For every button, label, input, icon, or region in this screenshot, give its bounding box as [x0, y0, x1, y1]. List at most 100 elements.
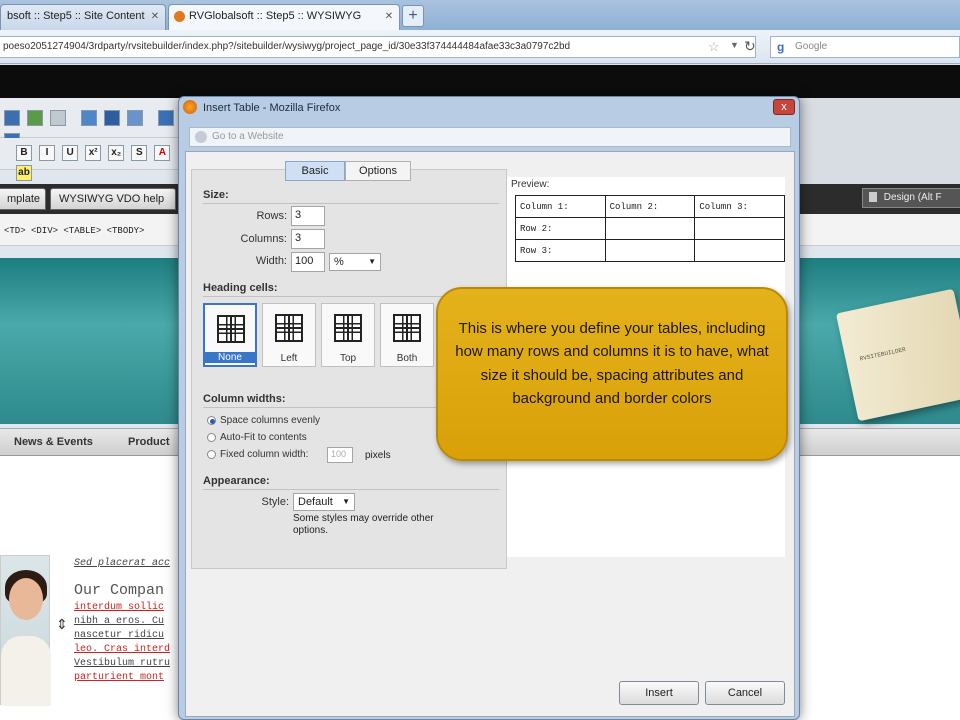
- video-letterbox-bar: [0, 65, 960, 98]
- width-unit-value: %: [334, 256, 344, 268]
- radio-selected[interactable]: [207, 415, 216, 425]
- photo-face: [9, 578, 43, 620]
- editor-toolbar-format: B I U x² x₂ S A ab: [0, 138, 180, 181]
- strikethrough-button[interactable]: S: [131, 145, 148, 161]
- dialog-close-button[interactable]: x: [773, 99, 795, 115]
- underline-button[interactable]: U: [62, 145, 79, 161]
- page-text-line: nibh a eros. Cu: [74, 616, 165, 627]
- toolbar-tool-icon[interactable]: [50, 110, 67, 126]
- table-top-icon: [334, 314, 362, 342]
- space-evenly-option[interactable]: Space columns evenly: [207, 415, 320, 426]
- table-cell: Column 1:: [515, 195, 606, 218]
- toolbar-tool-icon[interactable]: [4, 110, 20, 126]
- auto-fit-option[interactable]: Auto-Fit to contents: [207, 432, 307, 443]
- tab-wysiwyg-vdo-help[interactable]: WYSIWYG VDO help: [50, 188, 176, 210]
- tab-basic[interactable]: Basic: [285, 161, 345, 181]
- nav-item-products[interactable]: Product: [128, 436, 170, 448]
- toolbar-tool-icon[interactable]: [158, 110, 175, 126]
- tab-label: bsoft :: Step5 :: Site Content: [7, 10, 145, 22]
- width-input[interactable]: 100: [291, 252, 325, 272]
- heading-none-button[interactable]: None: [203, 303, 257, 367]
- url-dropdown-icon[interactable]: ▼: [730, 40, 739, 50]
- person-photo: [0, 555, 51, 706]
- radio[interactable]: [207, 449, 216, 459]
- heading-option-label: Top: [339, 353, 357, 364]
- option-label: Auto-Fit to contents: [220, 432, 307, 443]
- bold-button[interactable]: B: [16, 145, 32, 161]
- search-input[interactable]: g Google: [770, 36, 960, 58]
- firefox-icon: [183, 100, 197, 114]
- width-unit-select[interactable]: % ▼: [329, 253, 381, 271]
- italic-button[interactable]: I: [39, 145, 56, 161]
- toolbar-tool-icon[interactable]: [104, 110, 121, 126]
- highlight-button[interactable]: ab: [16, 165, 32, 181]
- dialog-url-bar[interactable]: Go to a Website: [189, 127, 791, 147]
- editor-toolbar-top: [0, 98, 180, 149]
- columns-input[interactable]: 3: [291, 229, 325, 249]
- divider: [203, 489, 499, 490]
- close-icon[interactable]: ✕: [149, 11, 161, 23]
- toolbar-tool-icon[interactable]: [27, 110, 44, 126]
- insert-button[interactable]: Insert: [619, 681, 699, 705]
- fixed-width-option[interactable]: Fixed column width:: [207, 449, 308, 460]
- table-cell: Column 2:: [604, 195, 696, 218]
- tab-options[interactable]: Options: [345, 161, 411, 181]
- page-text-line: Sed placerat acc: [74, 558, 171, 569]
- table-cell: [694, 217, 785, 240]
- radio[interactable]: [207, 432, 216, 442]
- heading-option-label: Left: [280, 353, 298, 364]
- page-title: Our Compan: [74, 582, 165, 599]
- browser-tab-wysiwyg[interactable]: RVGlobalsoft :: Step5 :: WYSIWYG ✕: [168, 4, 400, 30]
- style-note-line: Some styles may override other: [293, 513, 434, 524]
- design-label: Design (Alt F: [883, 192, 942, 203]
- width-label: Width:: [255, 255, 287, 267]
- url-bar[interactable]: poeso2051274904/3rdparty/rvsitebuilder/i…: [0, 36, 756, 58]
- rows-label: Rows:: [256, 210, 287, 222]
- style-value: Default: [298, 496, 333, 508]
- fixed-width-input[interactable]: 100: [327, 447, 353, 463]
- design-mode-button[interactable]: Design (Alt F: [862, 188, 960, 208]
- close-icon[interactable]: ✕: [383, 11, 395, 23]
- option-label: Space columns evenly: [220, 415, 321, 426]
- heading-option-label: Both: [396, 353, 418, 364]
- table-left-icon: [275, 314, 303, 342]
- heading-both-button[interactable]: Both: [380, 303, 434, 367]
- rows-input[interactable]: 3: [291, 206, 325, 226]
- table-cell: [604, 217, 696, 240]
- heading-left-button[interactable]: Left: [262, 303, 316, 367]
- columns-label: Columns:: [240, 233, 287, 245]
- cancel-button[interactable]: Cancel: [705, 681, 785, 705]
- chevron-down-icon: ▼: [342, 497, 350, 506]
- font-color-button[interactable]: A: [154, 145, 171, 161]
- option-label: Fixed column width:: [220, 449, 309, 460]
- page-text-line: Vestibulum rutru: [74, 658, 171, 669]
- refresh-icon[interactable]: ↻: [744, 38, 756, 55]
- book-text: RVSITEBUILDER: [859, 346, 907, 363]
- heading-top-button[interactable]: Top: [321, 303, 375, 367]
- tab-template[interactable]: mplate: [0, 188, 46, 210]
- bookmark-star-icon[interactable]: ☆: [708, 39, 720, 55]
- style-label: Style:: [261, 496, 289, 508]
- column-widths-heading: Column widths:: [203, 393, 286, 405]
- search-placeholder: Google: [795, 41, 828, 52]
- photo-shirt: [1, 636, 51, 706]
- table-cell: [604, 239, 696, 262]
- url-placeholder: Go to a Website: [212, 131, 284, 142]
- table-cell: Row 2:: [515, 217, 606, 240]
- site-favicon-icon: [174, 11, 185, 22]
- subscript-button[interactable]: x₂: [108, 145, 125, 161]
- preview-table: Column 1: Column 2: Column 3: Row 2: Row…: [515, 195, 785, 262]
- editor-right-panel: [800, 98, 960, 184]
- size-heading: Size:: [203, 189, 229, 201]
- toolbar-tool-icon[interactable]: [81, 110, 98, 126]
- nav-item-news-events[interactable]: News & Events: [14, 436, 93, 448]
- style-select[interactable]: Default ▼: [293, 493, 355, 511]
- resize-handle-icon[interactable]: ⇕: [56, 616, 68, 633]
- page-text-line: parturient mont: [74, 672, 165, 683]
- browser-tab-site-content[interactable]: bsoft :: Step5 :: Site Content ✕: [0, 4, 166, 30]
- toolbar-tool-icon[interactable]: [127, 110, 144, 126]
- design-icon: [869, 192, 877, 203]
- search-engine-icon: g: [777, 40, 785, 54]
- superscript-button[interactable]: x²: [85, 145, 102, 161]
- new-tab-button[interactable]: +: [402, 5, 424, 27]
